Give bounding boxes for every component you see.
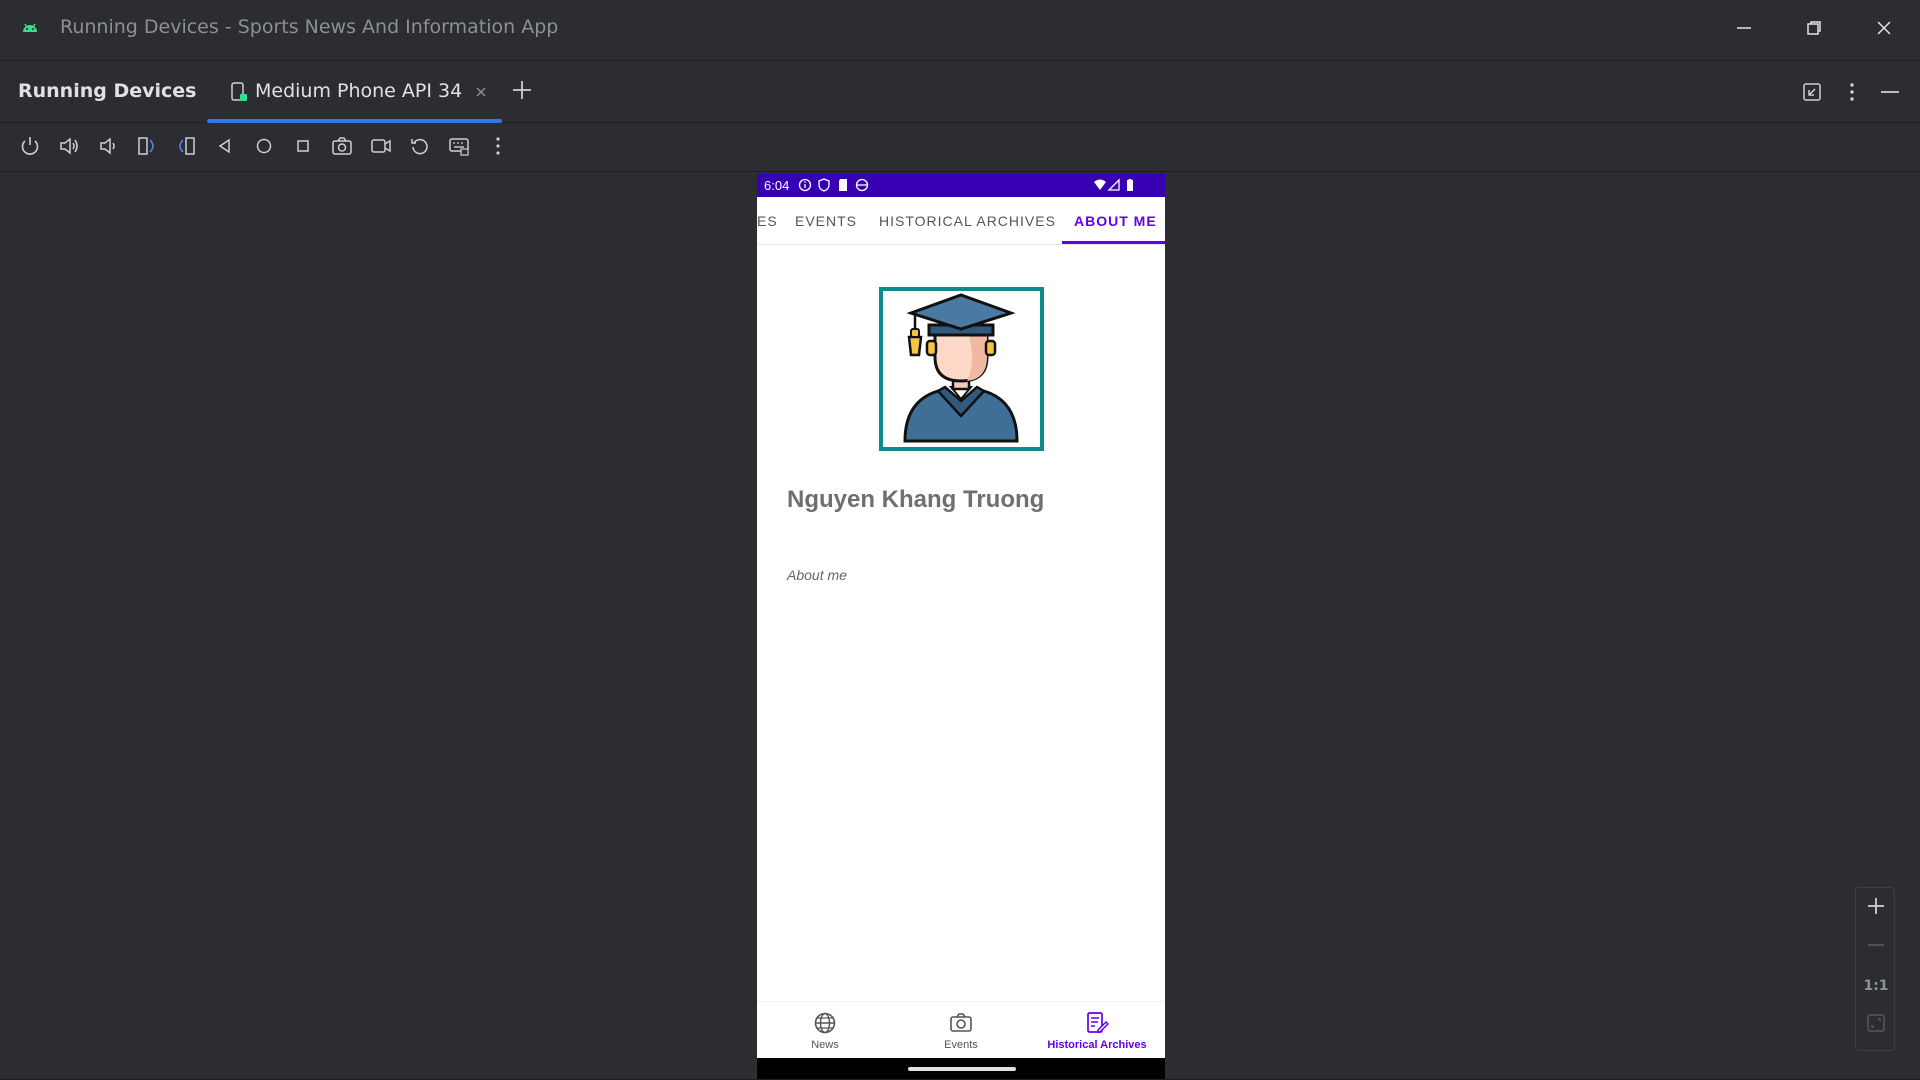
home-icon — [253, 135, 275, 161]
window-title-bar: Running Devices - Sports News And Inform… — [0, 0, 1920, 61]
minimize-icon — [1736, 20, 1752, 40]
keyboard-button[interactable] — [447, 136, 471, 160]
tab-indicator — [1062, 241, 1165, 244]
zoom-out-button[interactable] — [1864, 935, 1888, 959]
bottom-nav-label: Events — [944, 1039, 978, 1051]
hide-icon[interactable] — [1878, 80, 1902, 104]
device-icon — [229, 81, 249, 103]
volume-down-icon — [97, 135, 119, 161]
battery-icon — [1123, 178, 1137, 192]
tab-label: Medium Phone API 34 — [255, 80, 463, 102]
keyboard-icon — [448, 135, 470, 161]
back-button[interactable] — [213, 136, 237, 160]
globe-icon — [813, 1011, 837, 1035]
volume-up-icon — [58, 135, 80, 161]
shield-icon — [817, 178, 831, 192]
close-icon — [1876, 20, 1892, 40]
bottom-navigation: News Events Historical Archives — [757, 1001, 1165, 1058]
archive-edit-icon — [1085, 1011, 1110, 1035]
restore-layout-icon[interactable] — [1800, 80, 1824, 104]
rotate-right-button[interactable] — [174, 136, 198, 160]
device-toolbar — [0, 124, 1920, 172]
signal-icon — [1107, 178, 1121, 192]
minus-icon — [1865, 934, 1887, 960]
power-icon — [19, 135, 41, 161]
android-icon — [20, 18, 40, 38]
rotate-right-icon — [175, 135, 197, 161]
graduate-avatar-icon — [883, 293, 1040, 451]
window-title: Running Devices - Sports News And Inform… — [60, 16, 559, 38]
reset-icon — [409, 135, 431, 161]
rotate-left-icon — [136, 135, 158, 161]
top-tab-bar: ES EVENTS HISTORICAL ARCHIVES ABOUT ME — [757, 197, 1165, 245]
fit-screen-button[interactable] — [1864, 1013, 1888, 1037]
bottom-nav-label: Historical Archives — [1047, 1039, 1147, 1051]
profile-name: Nguyen Khang Truong — [787, 486, 1045, 513]
more-vertical-icon[interactable] — [1840, 80, 1864, 104]
tool-window-header: Running Devices Medium Phone API 34 — [0, 62, 1920, 123]
zoom-controls: 1:1 — [1855, 887, 1895, 1051]
close-icon[interactable] — [471, 82, 491, 102]
volume-down-button[interactable] — [96, 136, 120, 160]
rotate-left-button[interactable] — [135, 136, 159, 160]
tab-news-partial[interactable]: ES — [757, 213, 778, 229]
tab-about-me[interactable]: ABOUT ME — [1074, 213, 1157, 229]
sd-card-icon — [836, 178, 850, 192]
screenshot-button[interactable] — [330, 136, 354, 160]
volume-up-button[interactable] — [57, 136, 81, 160]
overview-icon — [292, 135, 314, 161]
bottom-nav-news[interactable]: News — [757, 1002, 893, 1059]
tool-window-title: Running Devices — [18, 80, 197, 102]
back-icon — [214, 135, 236, 161]
plus-icon — [1865, 895, 1887, 921]
status-bar: 6:04 — [757, 174, 1165, 197]
gesture-handle[interactable] — [908, 1067, 1016, 1071]
tab-historical-archives[interactable]: HISTORICAL ARCHIVES — [879, 213, 1056, 229]
add-tab-icon[interactable] — [510, 78, 534, 102]
status-time: 6:04 — [764, 178, 790, 193]
zoom-in-button[interactable] — [1864, 896, 1888, 920]
bottom-nav-label: News — [811, 1039, 839, 1051]
overview-button[interactable] — [291, 136, 315, 160]
profile-avatar — [879, 287, 1044, 451]
tab-medium-phone[interactable]: Medium Phone API 34 — [207, 62, 502, 123]
screen-record-icon — [370, 135, 392, 161]
restore-button[interactable] — [1794, 12, 1834, 48]
device-screen[interactable]: 6:04 ES EVENTS HISTORICAL ARCHIVES ABOUT… — [757, 174, 1165, 1080]
gesture-navigation-bar — [757, 1058, 1165, 1080]
bottom-nav-events[interactable]: Events — [893, 1002, 1029, 1059]
sync-icon — [855, 178, 869, 192]
restore-icon — [1806, 20, 1822, 40]
fit-screen-icon — [1865, 1012, 1887, 1038]
screen-record-button[interactable] — [369, 136, 393, 160]
about-me-text: About me — [787, 567, 847, 583]
more-vertical-icon — [487, 135, 509, 161]
wifi-icon — [1093, 178, 1107, 192]
toolbar-more-button[interactable] — [486, 136, 510, 160]
close-button[interactable] — [1864, 12, 1904, 48]
tab-events[interactable]: EVENTS — [795, 213, 857, 229]
power-button[interactable] — [18, 136, 42, 160]
minimize-button[interactable] — [1724, 12, 1764, 48]
reset-button[interactable] — [408, 136, 432, 160]
home-button[interactable] — [252, 136, 276, 160]
camera-icon — [949, 1011, 973, 1035]
tab-selection-indicator — [207, 119, 502, 123]
screenshot-icon — [331, 135, 353, 161]
info-icon — [798, 178, 812, 192]
bottom-nav-historical-archives[interactable]: Historical Archives — [1029, 1002, 1165, 1059]
actual-size-button[interactable]: 1:1 — [1863, 974, 1888, 998]
